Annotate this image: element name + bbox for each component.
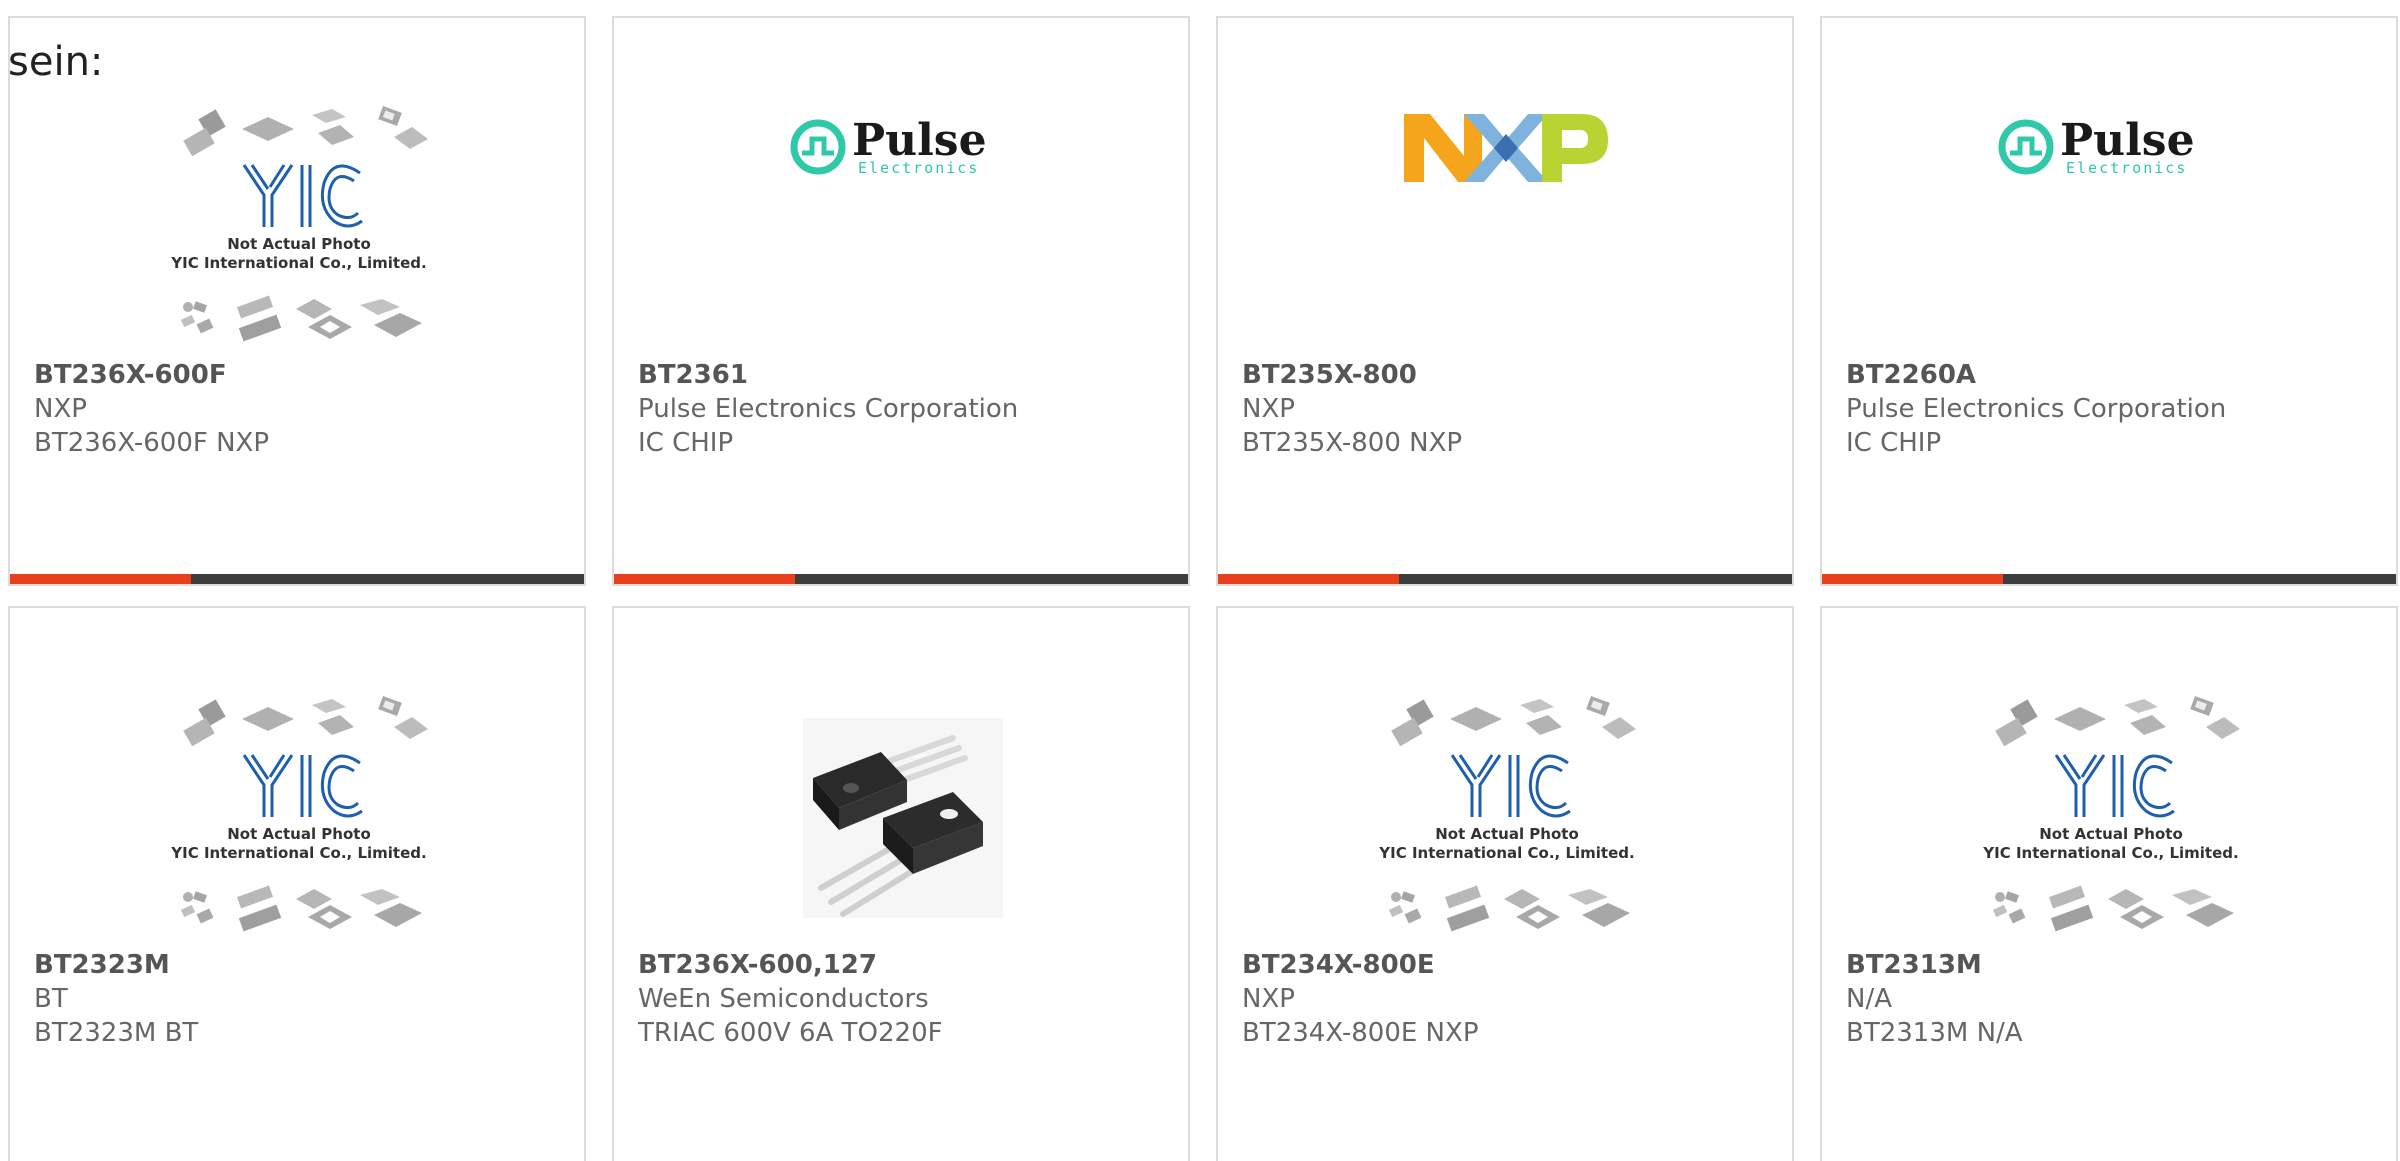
- product-part-number[interactable]: BT236X-600,127: [638, 948, 1168, 982]
- product-info: BT2323M BT BT2323M BT: [34, 948, 564, 1050]
- svg-text:Electronics: Electronics: [858, 159, 979, 177]
- triac-package-photo: [803, 718, 1003, 918]
- yic-caption-1: Not Actual Photo: [227, 235, 371, 253]
- product-description: IC CHIP: [638, 428, 734, 458]
- product-image[interactable]: Not Actual Photo YIC International Co., …: [1922, 682, 2300, 954]
- yic-caption-2: YIC International Co., Limited.: [1982, 844, 2238, 862]
- card-progress-fill: [614, 574, 795, 584]
- product-info: BT235X-800 NXP BT235X-800 NXP: [1242, 358, 1772, 460]
- product-description: BT236X-600F NXP: [34, 428, 270, 458]
- product-card[interactable]: Pulse Electronics BT2260A Pulse Electron…: [1820, 16, 2398, 586]
- product-card[interactable]: Not Actual Photo YIC International Co., …: [1216, 606, 1794, 1161]
- product-image[interactable]: [714, 682, 1092, 954]
- pulse-logo-icon: Pulse Electronics: [790, 115, 987, 177]
- product-card[interactable]: Not Actual Photo YIC International Co., …: [1820, 606, 2398, 1161]
- card-progress-fill: [1218, 574, 1399, 584]
- product-card[interactable]: BT235X-800 NXP BT235X-800 NXP: [1216, 16, 1794, 586]
- svg-text:Electronics: Electronics: [2066, 159, 2187, 177]
- card-progress-bar: [614, 574, 1188, 584]
- yic-placeholder-graphic: Not Actual Photo YIC International Co., …: [1378, 696, 1636, 932]
- nxp-logo-icon: [1404, 114, 1608, 182]
- product-manufacturer: NXP: [1242, 394, 1295, 424]
- product-manufacturer: WeEn Semiconductors: [638, 984, 929, 1014]
- product-image[interactable]: Not Actual Photo YIC International Co., …: [1318, 682, 1696, 954]
- yic-caption-1: Not Actual Photo: [2039, 825, 2183, 843]
- product-card[interactable]: Pulse Electronics BT2361 Pulse Electroni…: [612, 16, 1190, 586]
- product-image[interactable]: [1318, 58, 1696, 238]
- product-part-number[interactable]: BT2361: [638, 358, 1168, 392]
- product-image[interactable]: Not Actual Photo YIC International Co., …: [110, 92, 488, 364]
- product-image[interactable]: Not Actual Photo YIC International Co., …: [110, 682, 488, 954]
- card-progress-bar: [10, 574, 584, 584]
- product-info: BT236X-600F NXP BT236X-600F NXP: [34, 358, 564, 460]
- product-image[interactable]: Pulse Electronics: [1922, 58, 2300, 238]
- product-manufacturer: Pulse Electronics Corporation: [1846, 394, 2227, 424]
- product-manufacturer: NXP: [1242, 984, 1295, 1014]
- yic-caption-1: Not Actual Photo: [1435, 825, 1579, 843]
- yic-caption-2: YIC International Co., Limited.: [1378, 844, 1634, 862]
- product-info: BT236X-600,127 WeEn Semiconductors TRIAC…: [638, 948, 1168, 1050]
- product-description: BT235X-800 NXP: [1242, 428, 1463, 458]
- card-progress-bar: [1218, 574, 1792, 584]
- yic-placeholder-graphic: Not Actual Photo YIC International Co., …: [170, 696, 428, 932]
- card-progress-fill: [1822, 574, 2003, 584]
- yic-logo-icon: [1450, 754, 1571, 818]
- product-info: BT2361 Pulse Electronics Corporation IC …: [638, 358, 1168, 460]
- pulse-logo-icon: Pulse Electronics: [1998, 115, 2195, 177]
- yic-logo-icon: [242, 754, 363, 818]
- yic-placeholder-graphic: Not Actual Photo YIC International Co., …: [170, 106, 428, 342]
- product-manufacturer: NXP: [34, 394, 87, 424]
- card-progress-bar: [1822, 574, 2396, 584]
- product-part-number[interactable]: BT2323M: [34, 948, 564, 982]
- yic-logo-icon: [2054, 754, 2175, 818]
- product-listing-page: sein: Not Actual Photo YIC International…: [0, 0, 2400, 1161]
- product-card[interactable]: Not Actual Photo YIC International Co., …: [8, 606, 586, 1161]
- yic-placeholder-graphic: Not Actual Photo YIC International Co., …: [1982, 696, 2240, 932]
- product-part-number[interactable]: BT235X-800: [1242, 358, 1772, 392]
- product-info: BT234X-800E NXP BT234X-800E NXP: [1242, 948, 1772, 1050]
- yic-logo-icon: [242, 164, 363, 228]
- product-part-number[interactable]: BT2313M: [1846, 948, 2376, 982]
- product-description: BT2323M BT: [34, 1018, 199, 1048]
- product-card[interactable]: BT236X-600,127 WeEn Semiconductors TRIAC…: [612, 606, 1190, 1161]
- product-part-number[interactable]: BT2260A: [1846, 358, 2376, 392]
- product-info: BT2260A Pulse Electronics Corporation IC…: [1846, 358, 2376, 460]
- product-manufacturer: BT: [34, 984, 68, 1014]
- product-grid: Not Actual Photo YIC International Co., …: [8, 16, 2398, 1161]
- product-description: BT2313M N/A: [1846, 1018, 2023, 1048]
- product-manufacturer: Pulse Electronics Corporation: [638, 394, 1019, 424]
- product-image[interactable]: Pulse Electronics: [714, 58, 1092, 238]
- product-card[interactable]: Not Actual Photo YIC International Co., …: [8, 16, 586, 586]
- product-description: BT234X-800E NXP: [1242, 1018, 1479, 1048]
- yic-caption-2: YIC International Co., Limited.: [170, 844, 426, 862]
- card-progress-fill: [10, 574, 191, 584]
- product-description: IC CHIP: [1846, 428, 1942, 458]
- product-part-number[interactable]: BT234X-800E: [1242, 948, 1772, 982]
- intro-text: sein:: [8, 39, 104, 85]
- product-manufacturer: N/A: [1846, 984, 1892, 1014]
- product-part-number[interactable]: BT236X-600F: [34, 358, 564, 392]
- product-description: TRIAC 600V 6A TO220F: [638, 1018, 943, 1048]
- yic-caption-2: YIC International Co., Limited.: [170, 254, 426, 272]
- yic-caption-1: Not Actual Photo: [227, 825, 371, 843]
- product-info: BT2313M N/A BT2313M N/A: [1846, 948, 2376, 1050]
